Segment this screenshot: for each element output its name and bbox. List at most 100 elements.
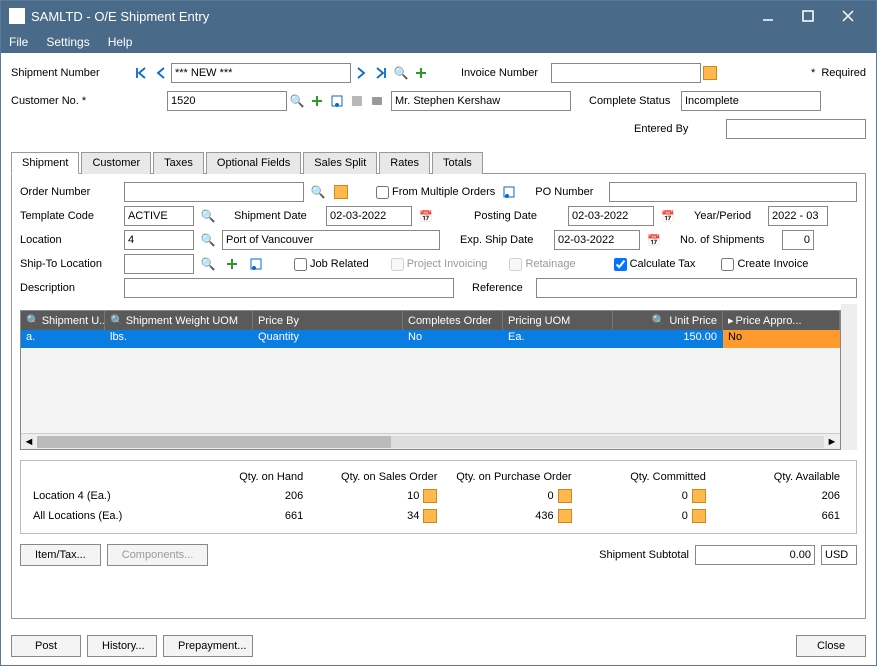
shipto-finder-icon[interactable]: 🔍 [199,255,217,273]
template-code-label: Template Code [20,210,120,222]
quantity-panel: Qty. on Hand Qty. on Sales Order Qty. on… [20,460,857,534]
shipment-date-calendar-icon[interactable]: 📅 [417,207,435,225]
exp-ship-date-input[interactable] [554,230,640,250]
description-label: Description [20,282,120,294]
menu-help[interactable]: Help [108,35,133,49]
tab-shipment[interactable]: Shipment [11,152,79,174]
description-input[interactable] [124,278,454,298]
order-finder-icon[interactable]: 🔍 [309,183,327,201]
customer-no-label: Customer No. * [11,95,131,107]
shipto-new-icon[interactable] [223,255,241,273]
exp-ship-date-label: Exp. Ship Date [460,234,550,246]
required-asterisk: * [811,67,821,79]
template-finder-icon[interactable]: 🔍 [199,207,217,225]
qty-location-label: Location 4 (Ea.) [33,490,173,502]
scroll-left-icon[interactable]: ◄ [21,436,37,448]
ship-to-location-label: Ship-To Location [20,258,120,270]
location-finder-icon[interactable]: 🔍 [199,231,217,249]
multi-orders-zoom-icon[interactable] [500,183,518,201]
window-title: SAMLTD - O/E Shipment Entry [31,9,748,24]
next-record-icon[interactable] [352,64,370,82]
history-button[interactable]: History... [87,635,157,657]
minimize-button[interactable] [748,1,788,31]
grid-vscrollbar[interactable] [841,304,857,450]
last-record-icon[interactable] [372,64,390,82]
shipment-number-input[interactable] [171,63,351,83]
post-button[interactable]: Post [11,635,81,657]
customer-inquiry-icon[interactable] [328,92,346,110]
tab-taxes[interactable]: Taxes [153,152,204,174]
location-label: Location [20,234,120,246]
po-number-label: PO Number [535,186,605,198]
no-shipments-label: No. of Shipments [680,234,778,246]
menu-settings[interactable]: Settings [46,35,89,49]
drill-icon[interactable] [423,489,437,503]
qty-on-po-label: Qty. on Purchase Order [441,469,575,485]
customer-finder-icon[interactable]: 🔍 [288,92,306,110]
first-record-icon[interactable] [132,64,150,82]
customer-no-input[interactable] [167,91,287,111]
shipto-zoom-icon[interactable] [247,255,265,273]
invoice-number-input[interactable] [551,63,701,83]
tab-strip: Shipment Customer Taxes Optional Fields … [11,151,866,174]
drill-icon[interactable] [692,489,706,503]
scroll-right-icon[interactable]: ► [824,436,840,448]
tab-sales-split[interactable]: Sales Split [303,152,377,174]
prepayment-button[interactable]: Prepayment... [163,635,253,657]
year-period-label: Year/Period [694,210,764,222]
year-period-display [768,206,828,226]
drill-icon[interactable] [558,489,572,503]
new-icon[interactable] [412,64,430,82]
drill-icon[interactable] [423,509,437,523]
location-input[interactable] [124,230,194,250]
prev-record-icon[interactable] [152,64,170,82]
tab-optional-fields[interactable]: Optional Fields [206,152,301,174]
customer-zoom-icon[interactable] [348,92,366,110]
finder-icon[interactable]: 🔍 [392,64,410,82]
components-button: Components... [107,544,209,566]
posting-date-input[interactable] [568,206,654,226]
tab-panel-shipment: Order Number 🔍 From Multiple Orders PO N… [11,174,866,619]
customer-new-icon[interactable] [308,92,326,110]
qty-committed-label: Qty. Committed [576,469,710,485]
job-related-checkbox[interactable]: Job Related [294,258,369,271]
grid-hscrollbar[interactable]: ◄ ► [21,433,840,449]
project-invoicing-checkbox: Project Invoicing [391,258,488,271]
entered-by-display [726,119,866,139]
exp-ship-calendar-icon[interactable]: 📅 [645,231,663,249]
location-name-display [222,230,440,250]
customer-credit-icon[interactable] [368,92,386,110]
maximize-button[interactable] [788,1,828,31]
template-code-input[interactable] [124,206,194,226]
po-number-input[interactable] [609,182,857,202]
from-multiple-orders-checkbox[interactable]: From Multiple Orders [376,186,495,199]
shipment-date-input[interactable] [326,206,412,226]
item-tax-button[interactable]: Item/Tax... [20,544,101,566]
drill-icon[interactable] [692,509,706,523]
close-button[interactable]: Close [796,635,866,657]
order-drill-icon[interactable] [334,185,348,199]
detail-grid[interactable]: 🔍Shipment U... 🔍Shipment Weight UOM Pric… [20,310,841,450]
retainage-checkbox: Retainage [509,258,575,271]
order-number-label: Order Number [20,186,120,198]
complete-status-display [681,91,821,111]
invoice-number-label: Invoice Number [461,67,551,79]
ship-to-location-input[interactable] [124,254,194,274]
posting-date-calendar-icon[interactable]: 📅 [659,207,677,225]
order-number-input[interactable] [124,182,304,202]
tab-customer[interactable]: Customer [81,152,151,174]
drill-icon[interactable] [558,509,572,523]
qty-available-label: Qty. Available [710,469,844,485]
tab-totals[interactable]: Totals [432,152,483,174]
reference-input[interactable] [536,278,857,298]
calculate-tax-checkbox[interactable]: Calculate Tax [614,258,696,271]
complete-status-label: Complete Status [589,95,681,107]
tab-rates[interactable]: Rates [379,152,430,174]
grid-row[interactable]: a. lbs. Quantity No Ea. 150.00 No [21,330,840,348]
menu-file[interactable]: File [9,35,28,49]
drill-icon[interactable] [703,66,717,80]
close-button[interactable] [828,1,868,31]
create-invoice-checkbox[interactable]: Create Invoice [721,258,808,271]
customer-name-display [391,91,571,111]
shipment-date-label: Shipment Date [234,210,322,222]
